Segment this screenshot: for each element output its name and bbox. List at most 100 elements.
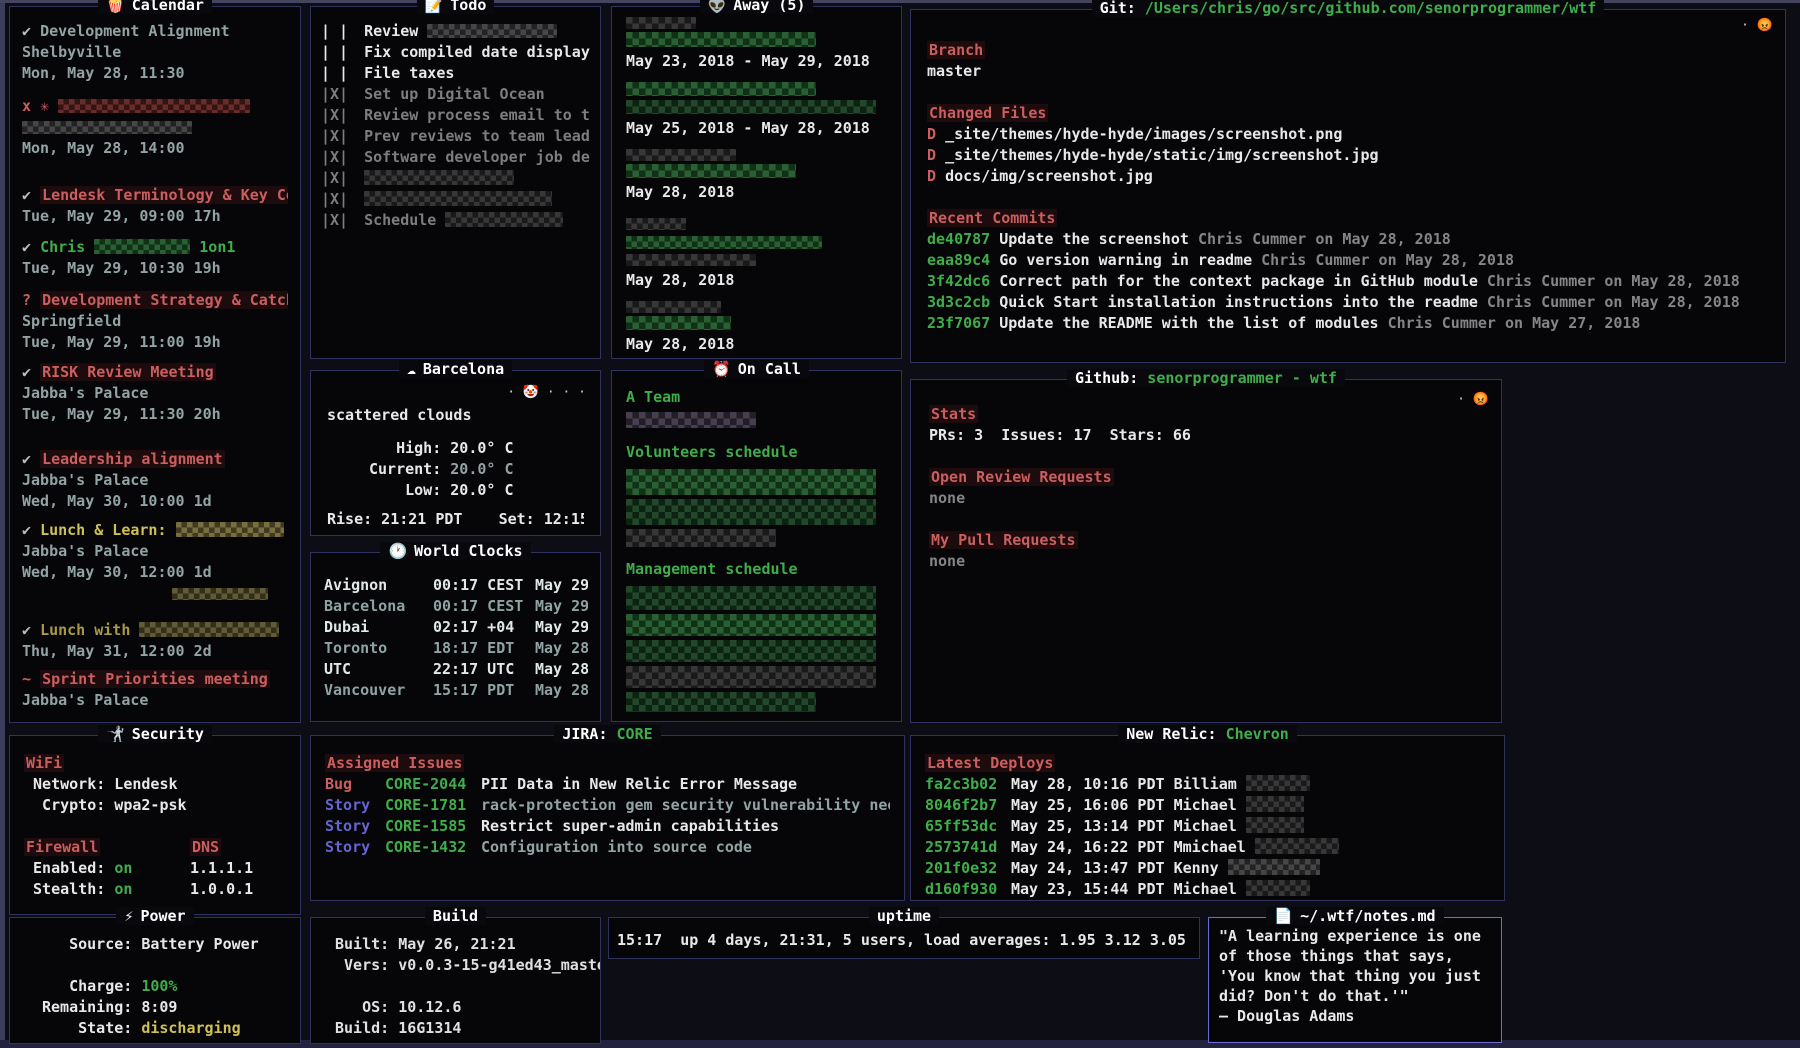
clock-row: Vancouver15:17 PDTMay 28 <box>324 680 588 701</box>
weather-high: High: 20.0° C <box>327 438 584 459</box>
todo-item[interactable]: |X|Set up Digital Ocean <box>321 84 590 105</box>
weather-pager[interactable]: · 🤡 · · · <box>507 385 586 400</box>
calendar-event[interactable]: ✔ Development Alignment Shelbyville Mon,… <box>22 21 288 84</box>
jira-issue-row[interactable]: StoryCORE-1585Restrict super-admin capab… <box>325 816 890 837</box>
calendar-event[interactable]: ✔ Chris 1on1 Tue, May 29, 10:30 19h <box>22 237 288 279</box>
redacted-block <box>626 164 796 178</box>
github-pull-requests-label: My Pull Requests <box>929 531 1078 549</box>
redacted-block <box>427 24 557 38</box>
redacted-block <box>626 316 731 330</box>
calendar-event[interactable]: ✔ Leadership alignment Jabba's Palace We… <box>22 449 288 512</box>
redacted-block <box>626 236 822 249</box>
jira-panel-title: JIRA: CORE <box>311 725 904 743</box>
deploy-row[interactable]: fa2c3b02May 28, 10:16 PDT Billiam <box>925 774 1490 795</box>
away-entry[interactable]: May 28, 2018 <box>626 301 887 355</box>
clock-row: UTC22:17 UTCMay 28 <box>324 659 588 680</box>
deploy-row[interactable]: 65ff53dcMay 25, 13:14 PDT Michael <box>925 816 1490 837</box>
away-entry[interactable]: May 28, 2018 <box>626 149 887 203</box>
dns-label: DNS <box>190 838 221 856</box>
power-source-row: Source:Battery Power <box>42 934 300 955</box>
build-panel-title: Build <box>311 907 600 925</box>
todo-item[interactable]: |X| <box>321 168 590 189</box>
todo-item[interactable]: |X|Prev reviews to team leads <box>321 126 590 147</box>
away-entry[interactable]: May 25, 2018 - May 28, 2018 <box>626 82 887 139</box>
away-entry[interactable]: May 23, 2018 - May 29, 2018 <box>626 17 887 72</box>
notes-quote[interactable]: "A learning experience is one of those t… <box>1219 926 1493 1006</box>
redacted-block <box>626 586 876 610</box>
redacted-block <box>626 529 776 547</box>
git-commit-row[interactable]: de40787 Update the screenshot Chris Cumm… <box>927 229 1769 250</box>
deploy-row[interactable]: 201f0e32May 24, 13:47 PDT Kenny <box>925 858 1490 879</box>
clock-row: Avignon00:17 CESTMay 29 <box>324 575 588 596</box>
new-relic-panel: New Relic: Chevron Latest Deploys fa2c3b… <box>910 735 1505 901</box>
redacted-block <box>626 614 876 636</box>
on-call-panel: ⏰On Call A Team Volunteers schedule Mana… <box>611 370 902 722</box>
git-pager[interactable]: · 😡 <box>1741 18 1773 33</box>
cloud-icon: ☁ <box>407 360 416 378</box>
deploy-row[interactable]: 2573741dMay 24, 16:22 PDT Mmichael <box>925 837 1490 858</box>
calendar-event[interactable]: ✔ RISK Review Meeting Jabba's Palace Tue… <box>22 362 288 425</box>
jira-issue-row[interactable]: StoryCORE-1781rack-protection gem securi… <box>325 795 890 816</box>
deploy-row[interactable]: 8046f2b7May 25, 16:06 PDT Michael <box>925 795 1490 816</box>
firewall-enabled-row: Enabled: on1.1.1.1 <box>24 858 286 879</box>
notes-author[interactable]: – Douglas Adams <box>1219 1006 1493 1026</box>
redacted-block <box>626 301 721 313</box>
todo-item[interactable]: |X|Schedule <box>321 210 590 231</box>
redacted-block <box>626 254 756 266</box>
todo-item[interactable]: | |File taxes <box>321 63 590 84</box>
angry-face-pager-icon: · 😡 <box>1457 392 1489 407</box>
away-entry[interactable]: May 28, 2018 <box>626 213 887 291</box>
on-call-team-label: A Team <box>626 387 887 408</box>
todo-panel-title: 📝Todo <box>311 0 600 14</box>
git-file-row[interactable]: D _site/themes/hyde-hyde/static/img/scre… <box>927 145 1769 166</box>
latest-deploys-label: Latest Deploys <box>925 754 1055 772</box>
calendar-event[interactable]: ~ Sprint Priorities meeting Jabba's Pala… <box>22 669 288 711</box>
on-call-panel-title: ⏰On Call <box>612 360 901 378</box>
github-pull-requests-value: none <box>929 551 1483 572</box>
git-commit-row[interactable]: 3f42dc6 Correct path for the context pac… <box>927 271 1769 292</box>
document-icon: 📄 <box>1274 907 1293 925</box>
firewall-stealth-row: Stealth: on1.0.0.1 <box>24 879 286 900</box>
deploy-row[interactable]: d160f930May 23, 15:44 PDT Michael <box>925 879 1490 900</box>
clock-row: Dubai02:17 +04May 29 <box>324 617 588 638</box>
redacted-block <box>626 218 686 230</box>
redacted-block <box>176 522 284 537</box>
todo-item[interactable]: |X|Software developer job desc <box>321 147 590 168</box>
todo-item[interactable]: | |Fix compiled date display bug <box>321 42 590 63</box>
git-file-row[interactable]: D _site/themes/hyde-hyde/images/screensh… <box>927 124 1769 145</box>
alarm-clock-icon: ⏰ <box>712 360 731 378</box>
redacted-block <box>626 640 876 662</box>
jira-assigned-label: Assigned Issues <box>325 754 464 772</box>
redacted-block <box>626 100 876 114</box>
calendar-event[interactable]: ✔ Lunch & Learn: Jabba's Palace Wed, May… <box>22 520 288 604</box>
github-open-reviews-label: Open Review Requests <box>929 468 1114 486</box>
github-panel-title: Github: senorprogrammer - wtf <box>911 369 1501 387</box>
away-panel: 👽Away (5) May 23, 2018 - May 29, 2018 Ma… <box>611 6 902 359</box>
github-pager[interactable]: · 😡 <box>1457 392 1489 407</box>
git-commit-row[interactable]: 23f7067 Update the README with the list … <box>927 313 1769 334</box>
jira-issue-row[interactable]: StoryCORE-1432Configuration into source … <box>325 837 890 858</box>
calendar-event[interactable]: ? Development Strategy & Catch U Springf… <box>22 290 288 353</box>
power-remaining-row: Remaining:8:09 <box>42 997 300 1018</box>
calendar-event[interactable]: x ✳ Mon, May 28, 14:00 <box>22 96 288 159</box>
calendar-event[interactable]: ✔ Lendesk Terminology & Key Conc Tue, Ma… <box>22 185 288 227</box>
todo-item[interactable]: |X|Review process email to team <box>321 105 590 126</box>
on-call-volunteers-label: Volunteers schedule <box>626 442 887 463</box>
redacted-block <box>626 149 736 161</box>
uptime-line: 15:17 up 4 days, 21:31, 5 users, load av… <box>617 930 1199 951</box>
git-file-row[interactable]: D docs/img/screenshot.jpg <box>927 166 1769 187</box>
calendar-event[interactable]: ✔ Lunch with Thu, May 31, 12:00 2d <box>22 620 288 662</box>
firewall-label: Firewall <box>24 838 100 856</box>
todo-item[interactable]: |X| <box>321 189 590 210</box>
weather-panel-title: ☁Barcelona <box>311 360 600 378</box>
todo-item[interactable]: | |Review <box>321 21 590 42</box>
git-commit-row[interactable]: 3d3c2cb Quick Start installation instruc… <box>927 292 1769 313</box>
clown-face-pager-icon: · 🤡 · · · <box>507 385 586 400</box>
build-built-row: Built: May 26, 21:21 <box>335 934 600 955</box>
github-stats-label: Stats <box>929 405 978 423</box>
redacted-block <box>1228 859 1320 875</box>
notes-panel: 📄~/.wtf/notes.md "A learning experience … <box>1208 917 1502 1043</box>
jira-issue-row[interactable]: BugCORE-2044PII Data in New Relic Error … <box>325 774 890 795</box>
git-commit-row[interactable]: eaa89c4 Go version warning in readme Chr… <box>927 250 1769 271</box>
wifi-crypto-row: Crypto: wpa2-psk <box>24 795 286 816</box>
